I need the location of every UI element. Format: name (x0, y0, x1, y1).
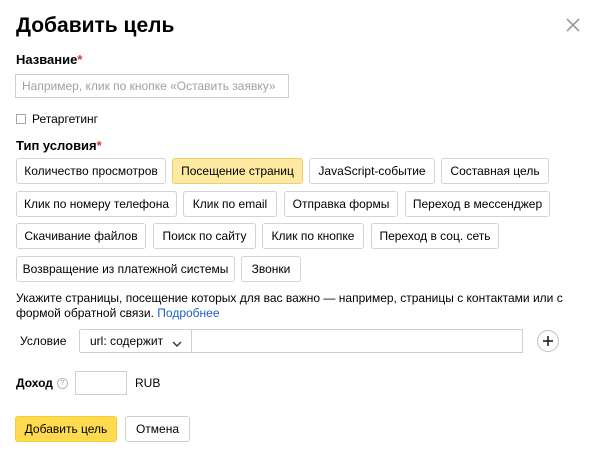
currency-label: RUB (135, 376, 161, 390)
condition-type-option[interactable]: Клик по email (183, 191, 277, 217)
learn-more-link[interactable]: Подробнее (157, 306, 219, 320)
condition-type-option[interactable]: Переход в мессенджер (405, 191, 550, 217)
condition-type-option[interactable]: Звонки (241, 256, 301, 282)
hint-text: Укажите страницы, посещение которых для … (16, 291, 586, 321)
question-icon[interactable]: ? (56, 377, 68, 389)
plus-icon[interactable] (537, 330, 559, 352)
condition-type-option-selected[interactable]: Посещение страниц (172, 158, 303, 184)
condition-type-label: Тип условия* (16, 138, 102, 153)
retargeting-label: Ретаргетинг (32, 112, 99, 126)
condition-type-option[interactable]: Клик по кнопке (262, 223, 364, 249)
chevron-down-icon (172, 337, 182, 351)
condition-operator-value: url: содержит (90, 334, 164, 348)
required-mark: * (77, 52, 83, 67)
income-input[interactable] (75, 371, 127, 395)
retargeting-checkbox[interactable] (16, 114, 26, 124)
condition-operator-select[interactable]: url: содержит (79, 329, 192, 353)
condition-value-input[interactable] (191, 329, 523, 353)
condition-label: Условие (20, 334, 67, 348)
condition-type-option[interactable]: Переход в соц. сеть (371, 223, 499, 249)
condition-type-label-text: Тип условия (16, 138, 97, 153)
close-icon[interactable] (563, 15, 583, 35)
goal-name-input[interactable] (15, 74, 289, 98)
required-mark: * (96, 138, 102, 153)
name-label-text: Название (16, 52, 78, 67)
retargeting-option[interactable]: Ретаргетинг (16, 112, 98, 126)
condition-type-option[interactable]: Скачивание файлов (16, 223, 146, 249)
dialog-title: Добавить цель (16, 14, 175, 37)
add-goal-dialog: Добавить цель Название* Ретаргетинг Тип … (0, 0, 599, 456)
condition-type-option[interactable]: Клик по номеру телефона (16, 191, 177, 217)
condition-type-option[interactable]: JavaScript-событие (309, 158, 435, 184)
add-goal-button[interactable]: Добавить цель (15, 416, 117, 442)
income-label: Доход ? (16, 376, 68, 390)
cancel-button[interactable]: Отмена (125, 416, 190, 442)
income-label-text: Доход (16, 376, 53, 390)
condition-type-option[interactable]: Отправка формы (284, 191, 398, 217)
condition-type-option[interactable]: Составная цель (441, 158, 549, 184)
name-label: Название* (16, 52, 82, 67)
hint-body: Укажите страницы, посещение которых для … (16, 291, 563, 320)
condition-type-option[interactable]: Количество просмотров (16, 158, 166, 184)
condition-type-option[interactable]: Возвращение из платежной системы (16, 256, 235, 282)
condition-type-option[interactable]: Поиск по сайту (153, 223, 256, 249)
